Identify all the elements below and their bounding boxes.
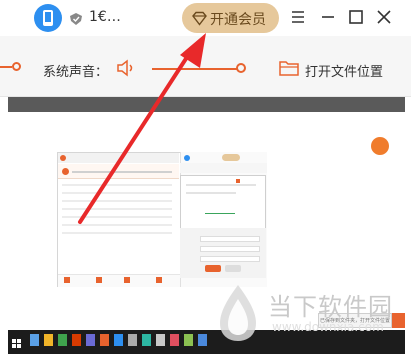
annotation-arrow (78, 33, 206, 224)
arrow-shaft (78, 52, 191, 224)
